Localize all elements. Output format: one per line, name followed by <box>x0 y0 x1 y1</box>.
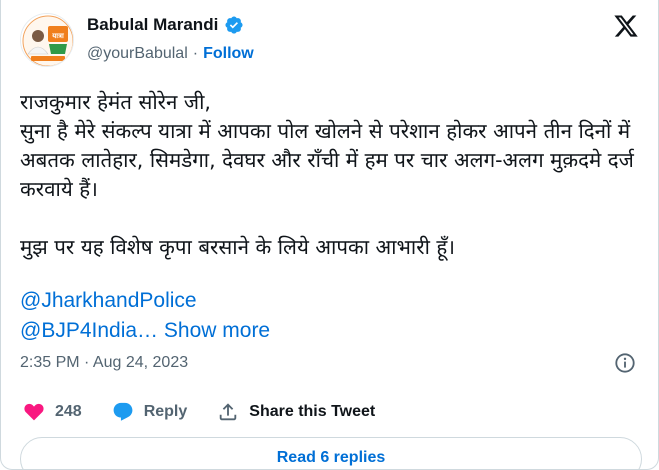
reply-bubble-icon <box>113 402 133 421</box>
x-logo-icon[interactable] <box>613 13 639 39</box>
author-handle[interactable]: @yourBabulal <box>87 45 188 63</box>
author-name[interactable]: Babulal Marandi <box>87 15 218 35</box>
reply-label: Reply <box>143 403 188 420</box>
separator-dot: · <box>192 45 199 62</box>
mention-bjp4india[interactable]: @BJP4India… <box>20 319 158 342</box>
info-icon[interactable] <box>614 352 636 374</box>
tweet-mentions: @JharkhandPolice @BJP4India… Show more <box>20 286 270 346</box>
tweet-card: यात्रा Babulal Marandi @yourBabulal · Fo… <box>0 0 659 470</box>
like-count: 248 <box>55 403 82 420</box>
share-icon <box>220 403 237 421</box>
mention-line: @BJP4India… Show more <box>20 316 270 346</box>
profile-photo-icon: यात्रा <box>21 14 73 66</box>
reply-button[interactable]: Reply <box>112 401 188 423</box>
author-handle-row: @yourBabulal · Follow <box>87 45 254 63</box>
share-button[interactable]: Share this Tweet <box>217 401 375 423</box>
avatar[interactable]: यात्रा <box>20 13 74 67</box>
svg-text:यात्रा: यात्रा <box>51 32 65 40</box>
author-name-row: Babulal Marandi <box>87 15 244 35</box>
follow-button[interactable]: Follow <box>203 45 254 63</box>
tweet-text: राजकुमार हेमंत सोरेन जी, सुना है मेरे सं… <box>20 90 634 259</box>
show-more-link[interactable]: Show more <box>164 319 270 342</box>
tweet-actions: 248 Reply Share this Tweet <box>23 401 405 423</box>
tweet-timestamp[interactable]: 2:35 PM · Aug 24, 2023 <box>20 354 188 372</box>
verified-badge-icon <box>225 16 243 34</box>
read-replies-label: Read 6 replies <box>276 449 386 466</box>
mention-jharkhand-police[interactable]: @JharkhandPolice <box>20 286 270 316</box>
share-label: Share this Tweet <box>249 403 376 420</box>
read-replies-button[interactable]: Read 6 replies <box>20 437 642 470</box>
heart-icon <box>24 403 44 421</box>
like-button[interactable]: 248 <box>23 401 82 423</box>
